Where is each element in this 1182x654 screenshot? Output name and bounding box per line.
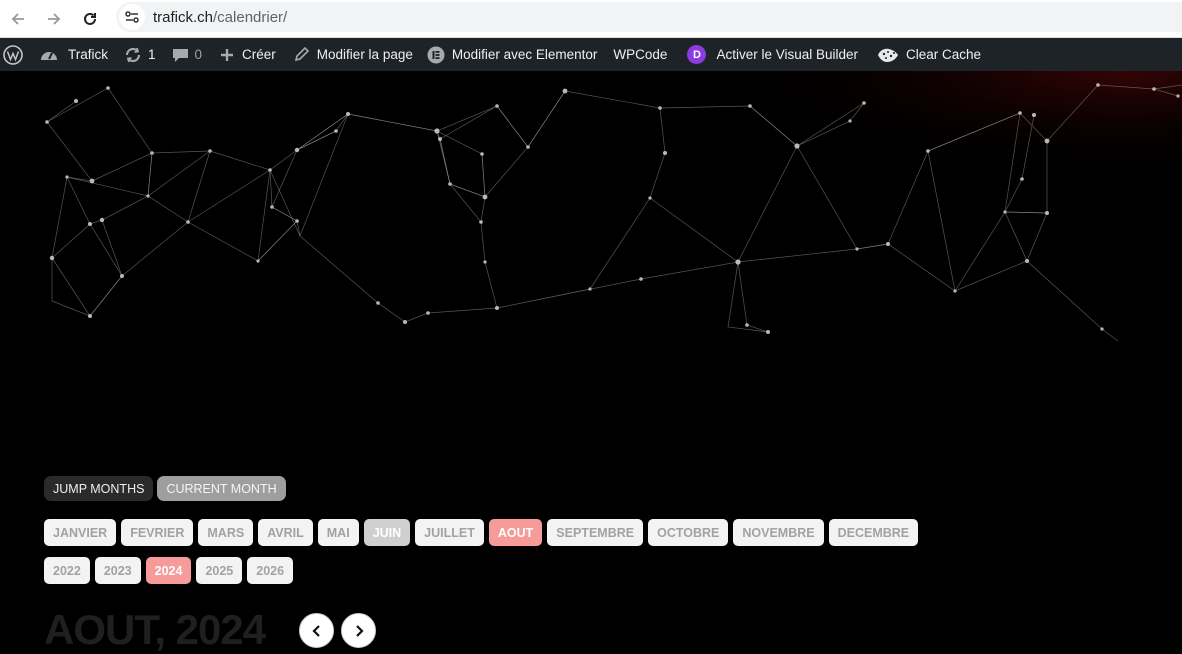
visual-builder-link[interactable]: D Activer le Visual Builder (675, 38, 866, 71)
pencil-icon (294, 47, 309, 62)
network-lines-graphic (0, 71, 1182, 361)
plus-icon (221, 48, 234, 61)
url-path: /calendrier/ (213, 8, 288, 26)
arrow-right-icon (48, 12, 61, 25)
month-decembre-button[interactable]: DECEMBRE (828, 519, 919, 546)
calendar-heading: AOUT, 2024 (44, 606, 266, 653)
wpcode-menu[interactable]: WPCode (605, 38, 675, 71)
edit-page-label: Modifier la page (316, 47, 413, 62)
url-text: trafick.ch/calendrier/ (153, 9, 287, 26)
year-selector: 2022 2023 2024 2025 2026 (44, 557, 294, 584)
reload-icon (84, 12, 96, 25)
comment-bubble-icon (172, 48, 188, 62)
elementor-label: Modifier avec Elementor (451, 47, 598, 62)
arrow-left-icon (11, 12, 24, 25)
elementor-link[interactable]: Modifier avec Elementor (421, 38, 606, 71)
wp-admin-bar: Trafick 1 0 Créer Modifier la page Modif… (0, 38, 1182, 71)
divi-logo-icon: D (687, 45, 707, 64)
updates-count: 1 (148, 47, 156, 62)
new-content-menu[interactable]: Créer (210, 38, 284, 71)
updates-icon (125, 47, 141, 62)
month-fevrier-button[interactable]: FEVRIER (121, 519, 194, 546)
month-mai-button[interactable]: MAI (317, 519, 359, 546)
month-mars-button[interactable]: MARS (198, 519, 254, 546)
wordpress-icon (3, 44, 23, 65)
address-bar[interactable]: trafick.ch/calendrier/ (116, 2, 1182, 32)
url-domain: trafick.ch (153, 8, 214, 26)
browser-toolbar: trafick.ch/calendrier/ (0, 0, 1182, 38)
wp-logo-menu[interactable] (0, 38, 30, 71)
current-month-button[interactable]: CURRENT MONTH (157, 476, 286, 501)
month-juillet-button[interactable]: JUILLET (415, 519, 484, 546)
month-janvier-button[interactable]: JANVIER (44, 519, 117, 546)
site-name-label: Trafick (68, 47, 108, 62)
month-octobre-button[interactable]: OCTOBRE (648, 519, 729, 546)
chevron-right-icon (355, 624, 364, 637)
forward-button[interactable] (36, 0, 72, 38)
year-2025-button[interactable]: 2025 (196, 557, 243, 584)
site-settings-icon[interactable] (119, 4, 145, 30)
month-aout-button[interactable]: AOUT (488, 519, 543, 546)
jump-months-button[interactable]: JUMP MONTHS (44, 476, 154, 501)
next-month-button[interactable] (341, 613, 376, 648)
clear-cache-menu[interactable]: Clear Cache (866, 38, 989, 71)
create-label: Créer (242, 47, 276, 62)
edit-page-link[interactable]: Modifier la page (284, 38, 421, 71)
clear-cache-label: Clear Cache (906, 47, 982, 62)
comments-count: 0 (194, 47, 203, 62)
back-button[interactable] (0, 0, 36, 38)
year-2022-button[interactable]: 2022 (44, 557, 90, 584)
month-juin-button[interactable]: JUIN (363, 519, 411, 546)
hero-network-graphic (0, 71, 1182, 361)
dashboard-gauge-icon (41, 51, 57, 60)
month-avril-button[interactable]: AVRIL (258, 519, 313, 546)
previous-month-button[interactable] (299, 613, 334, 648)
chevron-left-icon (311, 624, 320, 637)
elementor-icon (427, 46, 445, 63)
comments-menu[interactable]: 0 (164, 38, 211, 71)
year-2023-button[interactable]: 2023 (94, 557, 141, 584)
calendar-mode-toggle: JUMP MONTHS CURRENT MONTH (44, 476, 286, 501)
year-2026-button[interactable]: 2026 (247, 557, 294, 584)
wpcode-label: WPCode (613, 47, 668, 62)
month-selector: JANVIER FEVRIER MARS AVRIL MAI JUIN JUIL… (44, 519, 919, 546)
updates-menu[interactable]: 1 (116, 38, 164, 71)
reload-button[interactable] (72, 0, 108, 38)
year-2024-button[interactable]: 2024 (145, 557, 192, 584)
month-septembre-button[interactable]: SEPTEMBRE (547, 519, 644, 546)
site-name-menu[interactable]: Trafick (30, 38, 116, 71)
visual-builder-label: Activer le Visual Builder (716, 47, 859, 62)
cheetah-icon (878, 48, 899, 62)
month-novembre-button[interactable]: NOVEMBRE (733, 519, 824, 546)
